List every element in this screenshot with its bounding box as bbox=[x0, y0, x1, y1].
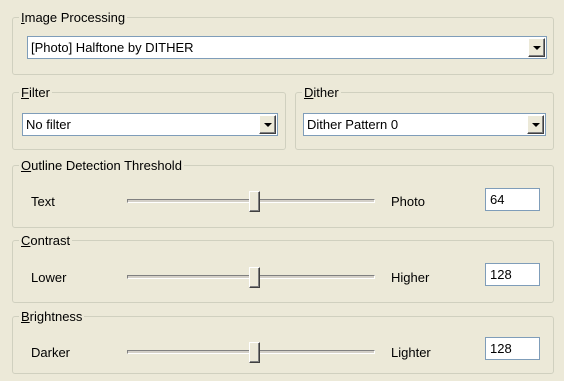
brightness-group: Brightness Darker Lighter 128 bbox=[12, 309, 554, 374]
brightness-min-label: Darker bbox=[31, 345, 71, 360]
chevron-down-icon[interactable] bbox=[528, 38, 545, 57]
contrast-value-field[interactable]: 128 bbox=[485, 263, 540, 286]
contrast-max-label: Higher bbox=[391, 270, 430, 285]
brightness-legend: Brightness bbox=[19, 309, 85, 324]
outline-threshold-group: Outline Detection Threshold Text Photo 6… bbox=[12, 158, 554, 228]
outline-value-field[interactable]: 64 bbox=[485, 188, 540, 211]
chevron-down-icon[interactable] bbox=[259, 115, 276, 134]
image-processing-legend: Image Processing bbox=[19, 10, 128, 25]
contrast-group: Contrast Lower Higher 128 bbox=[12, 233, 554, 303]
brightness-slider-thumb[interactable] bbox=[249, 342, 260, 363]
image-processing-group: Image Processing [Photo] Halftone by DIT… bbox=[12, 10, 554, 75]
chevron-down-icon[interactable] bbox=[527, 115, 544, 134]
outline-threshold-legend: Outline Detection Threshold bbox=[19, 158, 184, 173]
filter-legend: Filter bbox=[19, 85, 52, 100]
filter-value: No filter bbox=[26, 117, 71, 132]
dither-value: Dither Pattern 0 bbox=[307, 117, 399, 132]
filter-group: Filter No filter bbox=[12, 85, 286, 150]
brightness-value-field[interactable]: 128 bbox=[485, 337, 540, 360]
brightness-max-label: Lighter bbox=[391, 345, 431, 360]
dither-legend: Dither bbox=[302, 85, 341, 100]
dither-select[interactable]: Dither Pattern 0 bbox=[303, 113, 546, 136]
image-processing-value: [Photo] Halftone by DITHER bbox=[31, 40, 194, 55]
contrast-legend: Contrast bbox=[19, 233, 73, 248]
contrast-slider-thumb[interactable] bbox=[249, 267, 260, 288]
filter-select[interactable]: No filter bbox=[22, 113, 278, 136]
image-processing-select[interactable]: [Photo] Halftone by DITHER bbox=[27, 36, 547, 59]
contrast-min-label: Lower bbox=[31, 270, 67, 285]
outline-max-label: Photo bbox=[391, 194, 425, 209]
dither-group: Dither Dither Pattern 0 bbox=[295, 85, 554, 150]
outline-min-label: Text bbox=[31, 194, 55, 209]
outline-slider-thumb[interactable] bbox=[249, 191, 260, 212]
